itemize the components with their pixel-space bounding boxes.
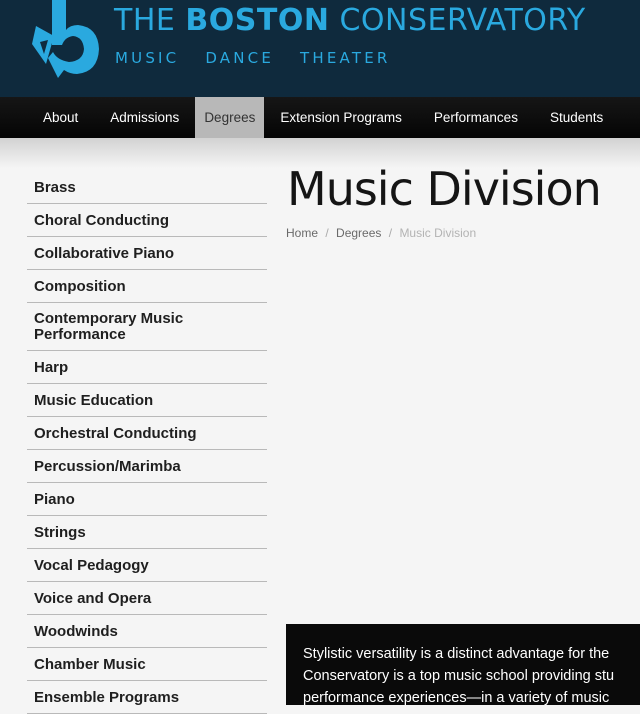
sidebar-item-percussion-marimba[interactable]: Percussion/Marimba: [27, 450, 267, 483]
intro-line: Conservatory is a top music school provi…: [303, 668, 615, 684]
sidebar-item-composition[interactable]: Composition: [27, 270, 267, 303]
sidebar-item-choral-conducting[interactable]: Choral Conducting: [27, 204, 267, 237]
brand-name[interactable]: THE BOSTON CONSERVATORY: [114, 3, 586, 38]
breadcrumb-home[interactable]: Home: [286, 226, 318, 240]
tagline-theater: THEATER: [300, 49, 391, 67]
breadcrumb-separator: /: [388, 226, 393, 240]
nav-item-admissions[interactable]: Admissions: [94, 97, 195, 138]
brand-name-bold: BOSTON: [185, 3, 330, 38]
nav-item-about[interactable]: About: [0, 97, 94, 138]
tagline-dance: DANCE: [205, 49, 275, 67]
intro-text: Stylistic versatility is a distinct adva…: [303, 643, 640, 705]
sidebar-item-harp[interactable]: Harp: [27, 351, 267, 384]
nav-item-extension-programs[interactable]: Extension Programs: [264, 97, 418, 138]
sidebar-item-chamber-music[interactable]: Chamber Music: [27, 648, 267, 681]
breadcrumb: Home / Degrees / Music Division: [286, 226, 476, 240]
breadcrumb-separator: /: [325, 226, 329, 240]
sidebar-item-woodwinds[interactable]: Woodwinds: [27, 615, 267, 648]
nav-item-students[interactable]: Students: [534, 97, 619, 138]
sidebar-item-strings[interactable]: Strings: [27, 516, 267, 549]
brand-name-prefix: THE: [114, 3, 186, 38]
brand-name-suffix: CONSERVATORY: [329, 3, 586, 38]
intro-line: performance experiences—in a variety of …: [303, 690, 610, 705]
sidebar-menu: Brass Choral Conducting Collaborative Pi…: [27, 171, 267, 714]
nav-item-performances[interactable]: Performances: [418, 97, 534, 138]
brand-tagline: MUSIC DANCE THEATER: [115, 49, 409, 67]
main-nav: About Admissions Degrees Extension Progr…: [0, 97, 640, 138]
intro-line: Stylistic versatility is a distinct adva…: [303, 646, 610, 662]
nav-item-degrees[interactable]: Degrees: [195, 97, 265, 138]
sidebar-item-orchestral-conducting[interactable]: Orchestral Conducting: [27, 417, 267, 450]
sidebar-item-brass[interactable]: Brass: [27, 171, 267, 204]
intro-block: Stylistic versatility is a distinct adva…: [286, 624, 640, 705]
sidebar-item-contemporary-music-performance[interactable]: Contemporary Music Performance: [27, 303, 267, 351]
site-header: THE BOSTON CONSERVATORY MUSIC DANCE THEA…: [0, 0, 640, 97]
sidebar-item-vocal-pedagogy[interactable]: Vocal Pedagogy: [27, 549, 267, 582]
breadcrumb-current: Music Division: [399, 226, 477, 240]
breadcrumb-degrees[interactable]: Degrees: [336, 226, 381, 240]
page-title: Music Division: [287, 162, 602, 216]
sidebar-item-collaborative-piano[interactable]: Collaborative Piano: [27, 237, 267, 270]
sidebar-item-ensemble-programs[interactable]: Ensemble Programs: [27, 681, 267, 714]
sidebar-item-piano[interactable]: Piano: [27, 483, 267, 516]
tagline-music: MUSIC: [115, 49, 180, 67]
sidebar-item-music-education[interactable]: Music Education: [27, 384, 267, 417]
boston-conservatory-logo-icon[interactable]: [26, 0, 106, 84]
sidebar-item-voice-and-opera[interactable]: Voice and Opera: [27, 582, 267, 615]
